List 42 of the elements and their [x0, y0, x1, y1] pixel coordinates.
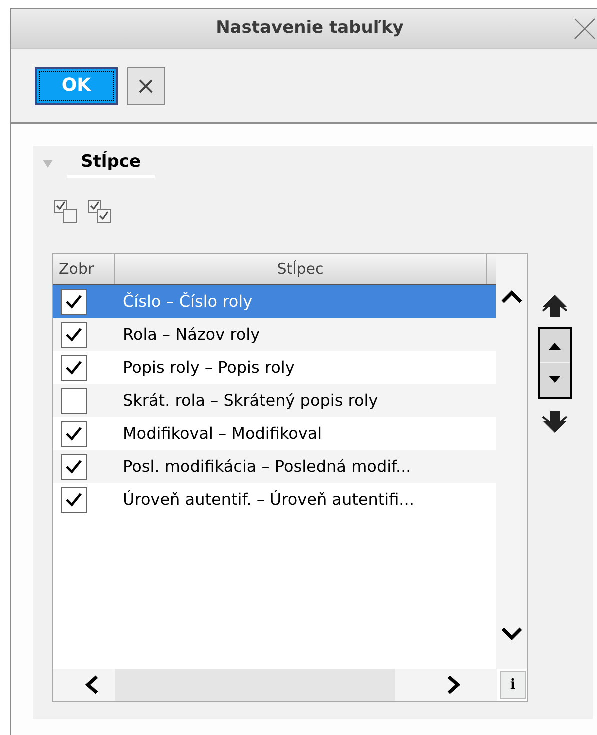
scroll-right-icon[interactable] — [447, 675, 461, 695]
triangle-up-icon — [549, 342, 561, 350]
column-name: Číslo – Číslo roly — [122, 290, 253, 312]
checkbox[interactable] — [61, 354, 87, 380]
triangle-down-icon — [549, 376, 561, 384]
window-title: Nastavenie tabuľky — [216, 16, 404, 40]
uncheck-all-icon[interactable] — [53, 199, 79, 225]
column-name: Popis roly – Popis roly — [122, 356, 295, 378]
info-button[interactable]: i — [500, 671, 526, 699]
column-name: Rola – Názov roly — [122, 324, 260, 346]
checkbox[interactable] — [61, 322, 87, 348]
section-title: Stĺpce — [67, 149, 155, 178]
column-name: Úroveň autentif. – Úroveň autentifi... — [122, 488, 414, 510]
column-name: Skrát. rola – Skrátený popis roly — [122, 390, 378, 412]
close-icon[interactable] — [573, 17, 597, 41]
check-icon — [65, 426, 83, 442]
cancel-button[interactable]: × — [127, 66, 165, 104]
checkbox[interactable] — [61, 388, 87, 414]
column-header[interactable]: Zobr — [53, 254, 115, 284]
table-row[interactable]: Číslo – Číslo roly — [53, 285, 496, 318]
check-all-icon[interactable] — [87, 199, 113, 225]
check-icon — [65, 326, 83, 342]
column-name: Modifikoval – Modifikoval — [122, 422, 322, 444]
table-row[interactable]: Posl. modifikácia – Posledná modif... — [53, 450, 496, 483]
scroll-up-icon[interactable] — [500, 290, 523, 304]
move-top-icon[interactable] — [542, 293, 568, 319]
move-bottom-icon[interactable] — [542, 409, 568, 435]
check-icon — [65, 360, 83, 376]
scroll-left-icon[interactable] — [85, 675, 99, 695]
column-header[interactable]: Stĺpec — [115, 254, 487, 284]
table-row[interactable]: Rola – Názov roly — [53, 318, 496, 351]
check-icon — [65, 458, 83, 474]
check-icon — [65, 294, 83, 310]
checkbox[interactable] — [61, 486, 87, 512]
checkbox[interactable] — [61, 420, 87, 446]
table-row[interactable]: Skrát. rola – Skrátený popis roly — [53, 384, 496, 417]
check-icon — [65, 492, 83, 508]
checkbox[interactable] — [61, 288, 87, 314]
scrollbar-thumb[interactable] — [115, 669, 395, 701]
checkbox[interactable] — [61, 454, 87, 480]
scroll-down-icon[interactable] — [500, 627, 523, 641]
column-name: Posl. modifikácia – Posledná modif... — [122, 456, 412, 478]
